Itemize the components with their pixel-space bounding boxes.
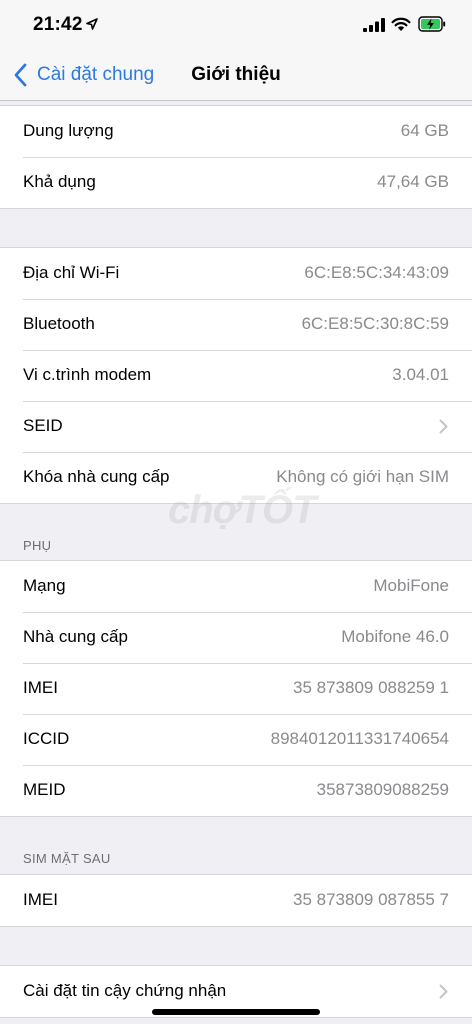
list-item: Bluetooth 6C:E8:5C:30:8C:59: [0, 299, 472, 350]
row-label: Bluetooth: [23, 314, 95, 333]
row-value: MobiFone: [373, 576, 449, 595]
secondary-sim-group: Mạng MobiFone Nhà cung cấp Mobifone 46.0…: [0, 560, 472, 817]
list-item: Nhà cung cấp Mobifone 46.0: [0, 612, 472, 663]
list-item: IMEI 35 873809 087855 7: [0, 875, 472, 926]
list-item: Mạng MobiFone: [0, 561, 472, 612]
row-value: 3.04.01: [392, 365, 449, 384]
list-item: ICCID 8984012011331740654: [0, 714, 472, 765]
chevron-right-icon: [439, 984, 448, 999]
seid-row[interactable]: SEID: [0, 401, 472, 452]
list-item: Khả dụng 47,64 GB: [0, 157, 472, 208]
chevron-right-icon: [439, 419, 448, 434]
cellular-signal-icon: [363, 18, 385, 32]
row-value: 8984012011331740654: [270, 729, 449, 748]
row-label: Khả dụng: [23, 172, 96, 191]
row-label: IMEI: [23, 678, 58, 697]
row-label: Địa chỉ Wi-Fi: [23, 263, 120, 282]
list-item: IMEI 35 873809 088259 1: [0, 663, 472, 714]
row-value: 47,64 GB: [377, 172, 449, 191]
battery-charging-icon: [418, 16, 446, 32]
watermark-logo: chợTỐT: [168, 488, 317, 532]
row-label: MEID: [23, 780, 66, 799]
row-label: Khóa nhà cung cấp: [23, 467, 170, 486]
row-label: IMEI: [23, 890, 58, 909]
row-value: 35873809088259: [316, 780, 449, 799]
row-value: Mobifone 46.0: [341, 627, 449, 646]
row-label: SEID: [23, 416, 63, 435]
page-title: Giới thiệu: [191, 64, 281, 85]
row-label: Mạng: [23, 576, 66, 595]
row-label: Cài đặt tin cậy chứng nhận: [23, 981, 227, 1000]
navigation-bar: Cài đặt chung Giới thiệu: [0, 52, 472, 101]
list-item: MEID 35873809088259: [0, 765, 472, 816]
row-label: Nhà cung cấp: [23, 627, 128, 646]
row-label: ICCID: [23, 729, 70, 748]
row-value: 35 873809 087855 7: [293, 890, 449, 909]
row-value: 64 GB: [400, 121, 449, 140]
status-bar: 21:42: [0, 0, 472, 52]
row-value: Không có giới hạn SIM: [276, 467, 449, 486]
row-label: Vi c.trình modem: [23, 365, 152, 384]
section-header-sim-back: SIM MẶT SAU: [23, 851, 111, 866]
row-value: 6C:E8:5C:30:8C:59: [301, 314, 449, 333]
network-info-group: Địa chỉ Wi-Fi 6C:E8:5C:34:43:09 Bluetoot…: [0, 247, 472, 504]
section-header-phu: PHỤ: [23, 538, 52, 553]
status-time: 21:42: [33, 14, 83, 35]
back-sim-group: IMEI 35 873809 087855 7: [0, 874, 472, 927]
row-label: Dung lượng: [23, 121, 114, 140]
list-item: Vi c.trình modem 3.04.01: [0, 350, 472, 401]
location-arrow-icon: [86, 18, 98, 30]
list-item: Dung lượng 64 GB: [0, 106, 472, 157]
home-indicator[interactable]: [152, 1009, 320, 1015]
row-value: 35 873809 088259 1: [293, 678, 449, 697]
row-value: 6C:E8:5C:34:43:09: [304, 263, 449, 282]
list-item: Địa chỉ Wi-Fi 6C:E8:5C:34:43:09: [0, 248, 472, 299]
wifi-icon: [391, 17, 411, 31]
storage-group: Dung lượng 64 GB Khả dụng 47,64 GB: [0, 105, 472, 209]
